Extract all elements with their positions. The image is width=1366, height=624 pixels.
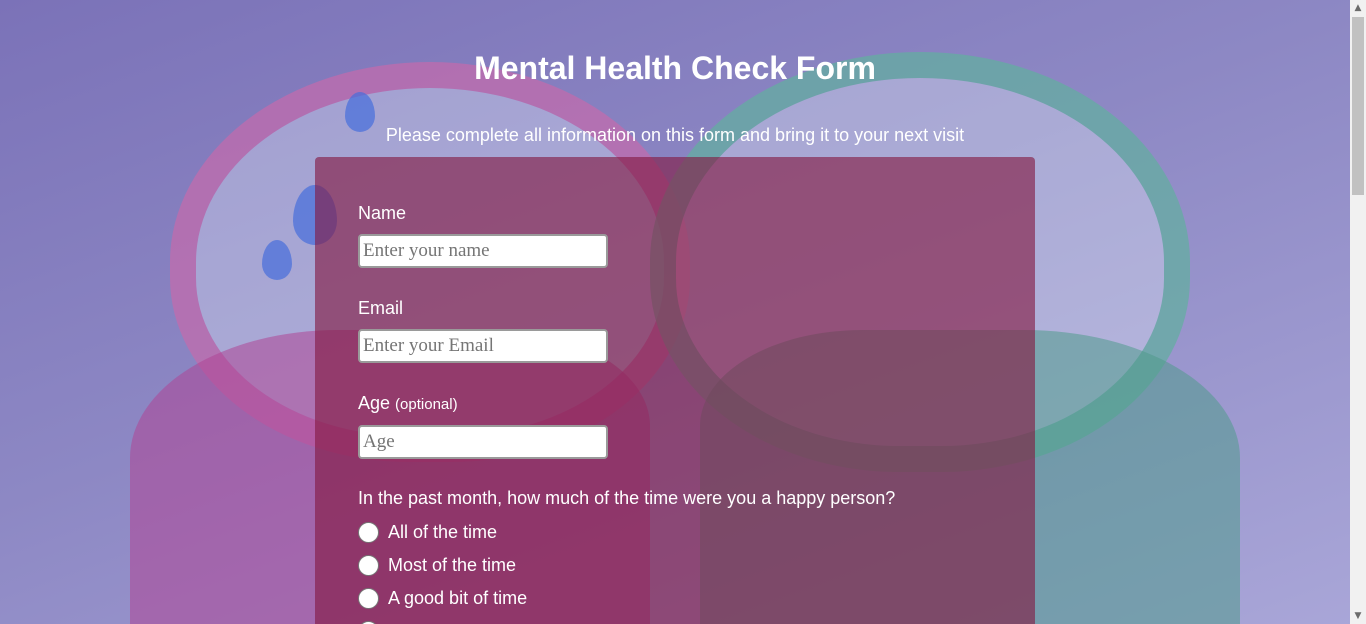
name-input[interactable] — [358, 234, 608, 268]
teardrop-icon — [262, 240, 292, 280]
page-title: Mental Health Check Form — [474, 50, 876, 86]
page-subtitle: Please complete all information on this … — [385, 125, 965, 145]
happiness-question: In the past month, how much of the time … — [358, 488, 896, 508]
radio-option-a-good-bit-of-time[interactable]: A good bit of time — [358, 587, 527, 609]
radio-button[interactable] — [358, 521, 379, 543]
radio-option-all-of-the-time[interactable]: All of the time — [358, 521, 497, 543]
radio-button[interactable] — [358, 554, 379, 576]
radio-label: Most of the time — [388, 554, 517, 575]
scrollbar-thumb[interactable] — [1352, 17, 1364, 195]
age-label: Age — [358, 393, 391, 413]
age-input[interactable] — [358, 425, 608, 459]
radio-button[interactable] — [358, 620, 379, 624]
vertical-scrollbar[interactable]: ▲ ▼ — [1350, 0, 1366, 624]
form-panel: Name Email Age (optional) In the past mo… — [315, 157, 1035, 624]
radio-label: All of the time — [388, 521, 498, 542]
radio-option-most-of-the-time[interactable]: Most of the time — [358, 554, 516, 576]
name-label: Name — [358, 203, 407, 223]
scroll-down-arrow-icon[interactable]: ▼ — [1350, 608, 1366, 624]
scroll-up-arrow-icon[interactable]: ▲ — [1350, 0, 1366, 16]
age-optional-note: (optional) — [395, 396, 458, 413]
email-input[interactable] — [358, 329, 608, 363]
email-label: Email — [358, 298, 404, 318]
radio-option-partial[interactable] — [358, 620, 379, 624]
age-label-group: Age (optional) — [358, 393, 458, 414]
radio-button[interactable] — [358, 587, 379, 609]
radio-label: A good bit of time — [388, 587, 528, 608]
